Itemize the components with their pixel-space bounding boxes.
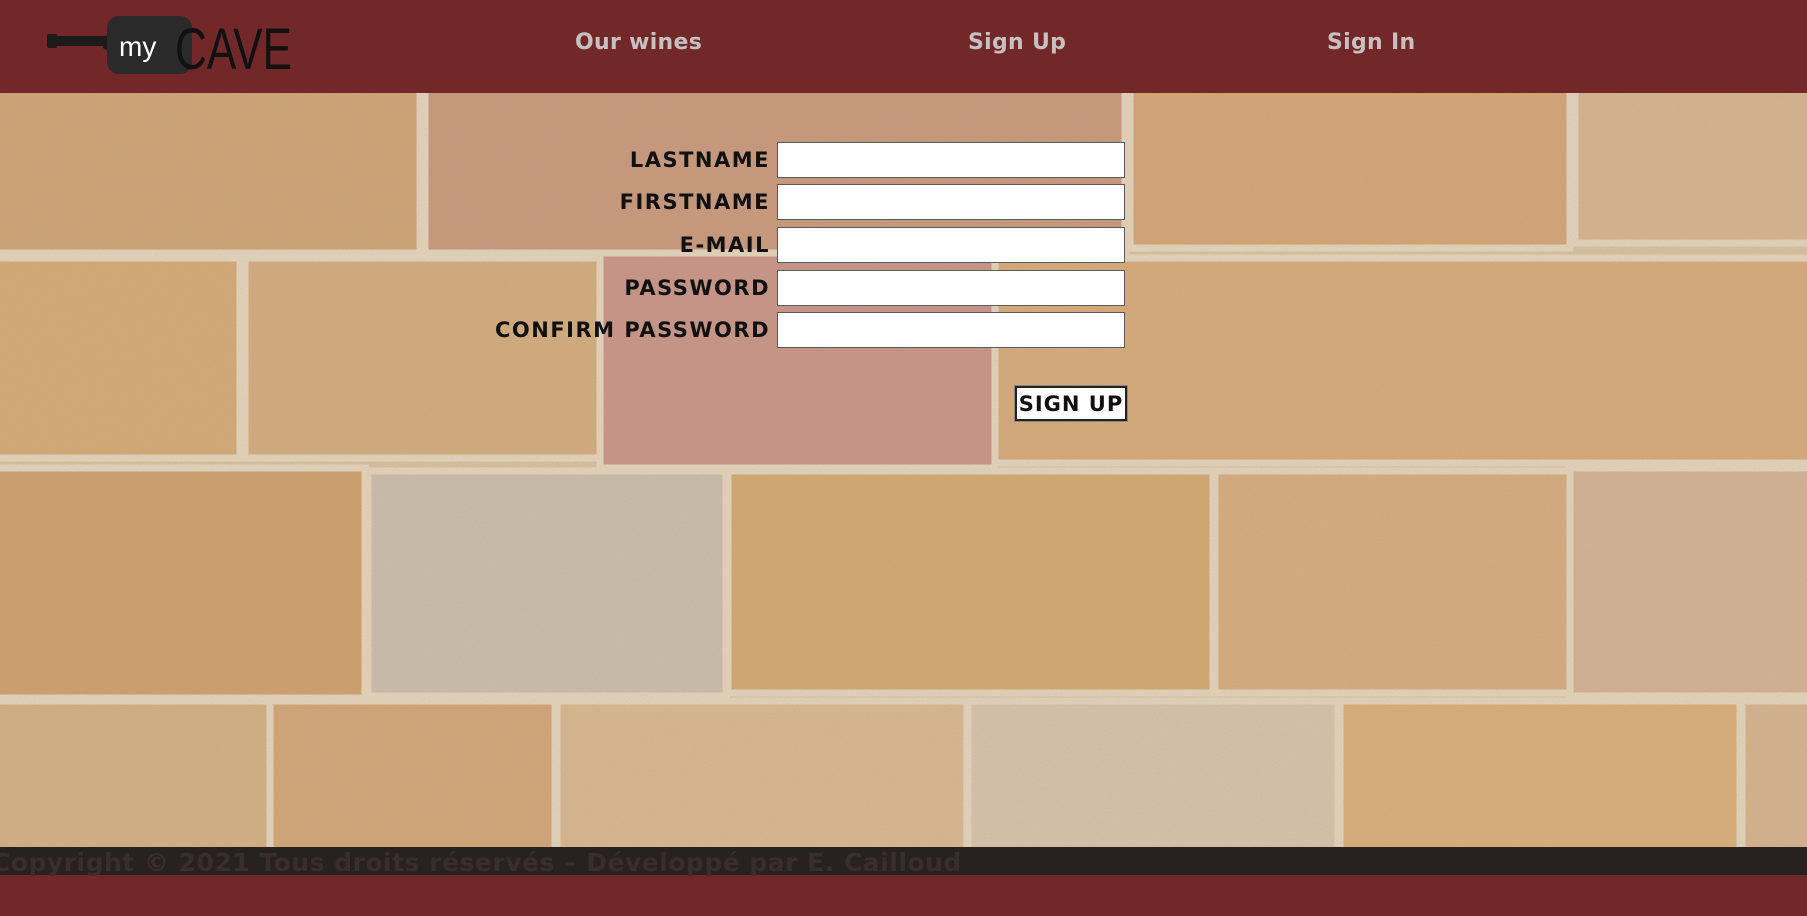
footer-band: Copyright © 2021 Tous droits réservés – … [0,847,1807,877]
lastname-label: LASTNAME [629,148,770,172]
password-label: PASSWORD [624,276,770,300]
email-label: E-MAIL [679,233,770,257]
footer-copyright: Copyright © 2021 Tous droits réservés – … [0,848,962,877]
site-header: my CAVE Our wines Sign Up Sign In [0,0,1807,93]
confirm-password-row: CONFIRM PASSWORD [0,312,1130,348]
confirm-password-label: CONFIRM PASSWORD [494,318,770,342]
nav-sign-up[interactable]: Sign Up [968,30,1066,55]
sign-up-button[interactable]: SIGN UP [1014,385,1128,422]
email-row: E-MAIL [0,227,1130,263]
email-input[interactable] [777,227,1125,263]
site-footer: Copyright © 2021 Tous droits réservés – … [0,847,1807,916]
nav-sign-in[interactable]: Sign In [1327,30,1415,55]
logo-prefix: my [119,31,156,62]
firstname-row: FIRSTNAME [0,184,1130,220]
nav-our-wines[interactable]: Our wines [575,30,702,55]
lastname-input[interactable] [777,142,1125,178]
firstname-label: FIRSTNAME [619,190,770,214]
page: my CAVE Our wines Sign Up Sign In LASTNA… [0,0,1807,916]
password-row: PASSWORD [0,270,1130,306]
firstname-input[interactable] [777,184,1125,220]
signup-form: LASTNAME FIRSTNAME E-MAIL PASSWORD CONFI… [0,93,1807,493]
confirm-password-input[interactable] [777,312,1125,348]
password-input[interactable] [777,270,1125,306]
site-logo[interactable]: my CAVE [47,14,292,76]
lastname-row: LASTNAME [0,142,1130,178]
logo-name: CAVE [175,17,292,76]
